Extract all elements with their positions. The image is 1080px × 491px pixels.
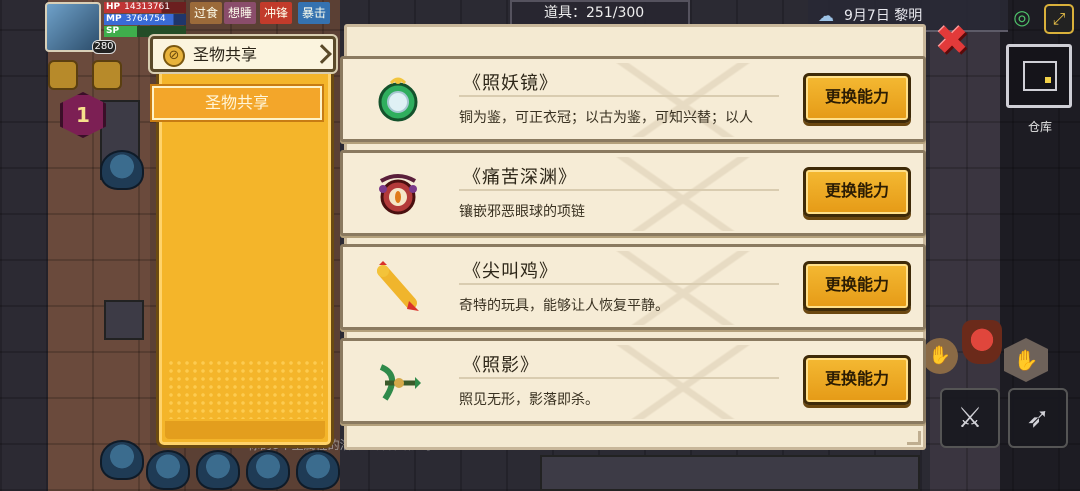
relic-description: 照见无形，影落即杀。	[459, 392, 599, 408]
relic-name: 《痛苦深渊》	[463, 167, 577, 188]
relic-name: 《尖叫鸡》	[463, 261, 558, 282]
floor-jar	[246, 450, 290, 490]
swap-ability-button[interactable]: 更换能力	[803, 355, 911, 405]
divider	[459, 189, 779, 191]
buff-icon[interactable]	[92, 60, 122, 90]
relic-row: 《照影》 照见无形，影落即杀。 更换能力	[340, 338, 926, 424]
floor-jar	[196, 450, 240, 490]
relic-description: 镶嵌邪恶眼球的项链	[459, 204, 585, 220]
mp-value: 3764754	[125, 14, 166, 24]
sword-skill-button[interactable]: ⚔	[940, 388, 1000, 448]
divider	[459, 377, 779, 379]
totem-icon[interactable]	[962, 320, 1002, 364]
relic-description: 奇特的玩具，能够让人恢复平静。	[459, 298, 669, 314]
panel-footer	[165, 421, 325, 439]
date-text: 9月7日 黎明	[844, 8, 923, 24]
subtab-relic-sharing[interactable]: 圣物共享	[150, 84, 324, 122]
relic-name: 《照妖镜》	[463, 73, 558, 94]
minimap[interactable]	[1006, 44, 1072, 108]
status-crit[interactable]: 暴击	[298, 2, 331, 24]
relic-description: 铜为鉴，可正衣冠；以古为鉴，可知兴替；以人	[459, 110, 753, 126]
floor-jar	[146, 450, 190, 490]
network-globe-icon[interactable]: ◎	[1008, 4, 1036, 30]
sp-label: SP	[106, 26, 120, 36]
warehouse-label[interactable]: 仓库	[1020, 118, 1060, 135]
green-crossbow-icon	[379, 364, 421, 401]
item-capacity: 道具：251/300	[510, 0, 690, 26]
tab-relic-sharing[interactable]: ⊘ 圣物共享	[150, 36, 336, 72]
jade-mirror-icon	[378, 77, 418, 122]
minimap-room	[1023, 61, 1057, 91]
status-sleepy[interactable]: 想睡	[224, 2, 257, 24]
hp-value: 14313761	[124, 2, 170, 12]
claw-skill-icon[interactable]: ✋	[922, 338, 958, 374]
close-button[interactable]: ✖	[932, 21, 972, 61]
floor-jar	[100, 150, 144, 190]
rubber-chicken-icon	[377, 261, 419, 311]
relic-row: 《照妖镜》 铜为鉴，可正衣冠；以古为鉴，可知兴替；以人 更换能力	[340, 56, 926, 142]
tab-title: 圣物共享	[193, 45, 258, 64]
relic-name: 《照影》	[463, 355, 539, 376]
chevron-right-icon	[312, 44, 332, 64]
player-level: 280	[92, 40, 116, 54]
player-marker	[1045, 77, 1051, 83]
hp-label: HP	[106, 2, 121, 12]
wall-block	[104, 300, 144, 340]
status-overeat[interactable]: 过食	[190, 2, 223, 24]
swap-ability-button[interactable]: 更换能力	[803, 261, 911, 311]
relic-row: 《尖叫鸡》 奇特的玩具，能够让人恢复平静。 更换能力	[340, 244, 926, 330]
mp-label: MP	[106, 14, 122, 24]
divider	[459, 283, 779, 285]
buff-icon[interactable]	[48, 60, 78, 90]
wall-block	[540, 455, 920, 491]
relic-row: 《痛苦深渊》 镶嵌邪恶眼球的项链 更换能力	[340, 150, 926, 236]
mp-bar: MP 3764754	[104, 14, 186, 25]
weather-icon: ☁	[818, 6, 834, 25]
panel-pattern	[167, 359, 323, 419]
resize-corner	[907, 431, 921, 445]
bow-skill-button[interactable]: ➶	[1008, 388, 1068, 448]
hp-bar: HP 14313761	[104, 2, 186, 13]
evil-eye-necklace-icon	[379, 174, 417, 215]
floor-jar	[296, 450, 340, 490]
swap-ability-button[interactable]: 更换能力	[803, 167, 911, 217]
expand-button[interactable]: ⤢	[1044, 4, 1074, 34]
floor-jar	[100, 440, 144, 480]
relic-badge-icon: ⊘	[163, 45, 185, 67]
status-charge[interactable]: 冲锋	[260, 2, 293, 24]
divider	[459, 95, 779, 97]
swap-ability-button[interactable]: 更换能力	[803, 73, 911, 123]
